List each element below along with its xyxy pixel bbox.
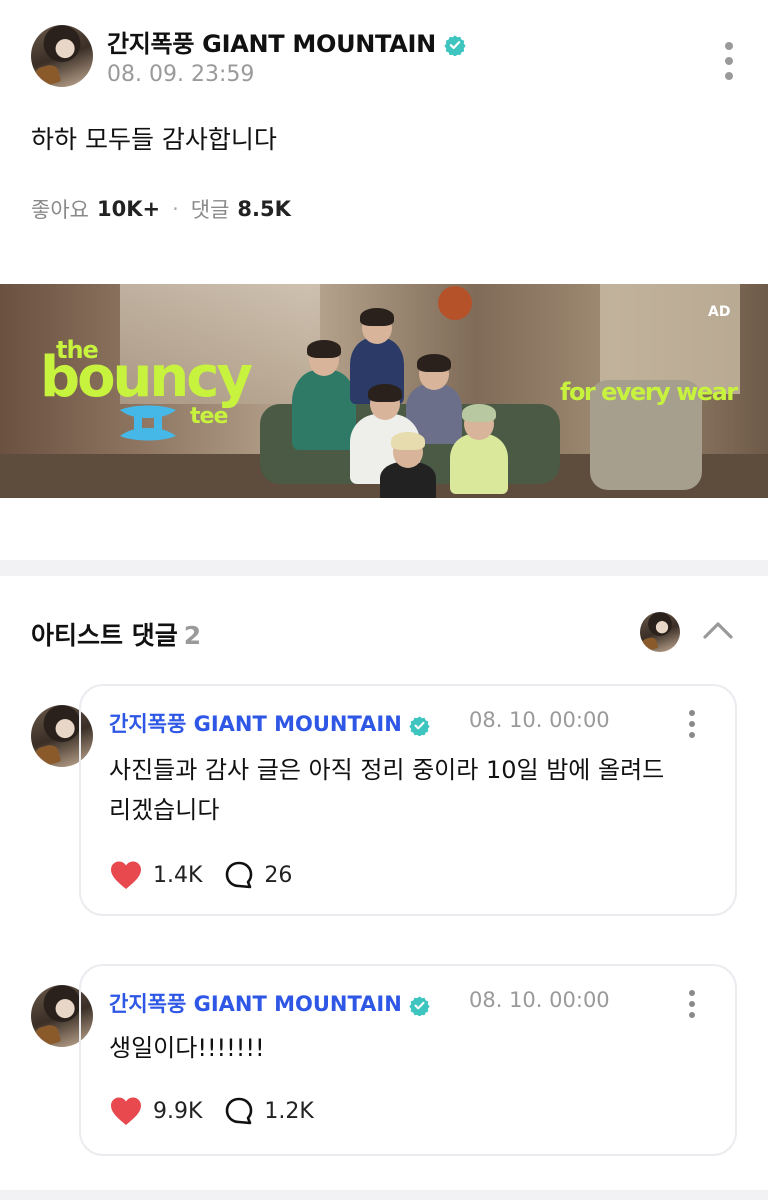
comment-timestamp: 08. 10. 00:00 <box>469 988 610 1012</box>
comment-text: 사진들과 감사 글은 아직 정리 중이라 10일 밤에 올려드리겠습니다 <box>109 756 665 824</box>
likes-label: 좋아요 <box>31 198 89 222</box>
author-avatar[interactable] <box>31 25 93 87</box>
post-timestamp: 08. 09. 23:59 <box>107 62 255 87</box>
post-author-name: 간지폭풍 GIANT MOUNTAIN <box>107 30 436 58</box>
ad-label: AD <box>708 304 731 320</box>
chevron-up-icon[interactable] <box>702 618 734 642</box>
ad-title-tail: tee <box>190 404 228 429</box>
artist-comments-count: 2 <box>183 621 202 650</box>
verified-badge-icon <box>409 715 430 736</box>
brand-logo-icon <box>120 405 176 441</box>
comment-author[interactable]: 간지폭풍 GIANT MOUNTAIN <box>109 988 430 1018</box>
comments-count[interactable]: 8.5K <box>237 197 290 221</box>
post-stats: 좋아요 10K+ · 댓글 8.5K <box>31 194 291 224</box>
comment-author-name: 간지폭풍 GIANT MOUNTAIN <box>109 712 402 736</box>
post-body: 하하 모두들 감사합니다 <box>31 125 277 154</box>
comment-author-name: 간지폭풍 GIANT MOUNTAIN <box>109 992 402 1016</box>
ad-slogan: for every wear <box>560 378 738 406</box>
like-count: 1.4K <box>153 862 203 888</box>
stats-separator: · <box>172 197 179 221</box>
comment-actions: 9.9K 1.2K <box>109 1096 336 1126</box>
comment-card: 간지폭풍 GIANT MOUNTAIN 08. 10. 00:00 생일이다!!… <box>79 964 737 1156</box>
more-vertical-icon[interactable] <box>722 42 736 80</box>
ad-model <box>380 432 436 498</box>
comment-card: 간지폭풍 GIANT MOUNTAIN 08. 10. 00:00 사진들과 감… <box>79 684 737 916</box>
heart-icon[interactable] <box>109 860 143 890</box>
verified-badge-icon <box>444 35 466 56</box>
ad-model <box>292 340 356 450</box>
ad-model <box>450 404 508 494</box>
comment-author[interactable]: 간지폭풍 GIANT MOUNTAIN <box>109 708 430 738</box>
heart-icon[interactable] <box>109 1096 143 1126</box>
section-divider <box>0 560 768 576</box>
reply-bubble-icon[interactable] <box>224 1096 254 1126</box>
artist-avatar[interactable] <box>640 612 680 652</box>
comments-label[interactable]: 댓글 <box>191 194 230 224</box>
comment-text: 생일이다!!!!!!! <box>109 1034 265 1062</box>
more-vertical-icon[interactable] <box>687 710 697 738</box>
more-vertical-icon[interactable] <box>687 990 697 1018</box>
reply-count: 1.2K <box>264 1098 314 1124</box>
ad-banner[interactable]: the bouncy tee for every wear AD <box>0 284 768 498</box>
likes-count: 10K+ <box>96 197 161 221</box>
reply-bubble-icon[interactable] <box>224 860 254 890</box>
verified-badge-icon <box>409 995 430 1016</box>
artist-comments-title: 아티스트 댓글 2 <box>31 616 201 652</box>
reply-count: 26 <box>264 862 293 888</box>
comment-actions: 1.4K 26 <box>109 860 314 890</box>
ad-title: bouncy <box>40 345 253 410</box>
comment-timestamp: 08. 10. 00:00 <box>469 708 610 732</box>
section-divider <box>0 1190 768 1200</box>
artist-comments-title-text: 아티스트 댓글 <box>31 621 178 650</box>
post-author[interactable]: 간지폭풍 GIANT MOUNTAIN <box>107 24 466 59</box>
like-count: 9.9K <box>153 1098 203 1124</box>
basketball-icon <box>438 286 472 320</box>
